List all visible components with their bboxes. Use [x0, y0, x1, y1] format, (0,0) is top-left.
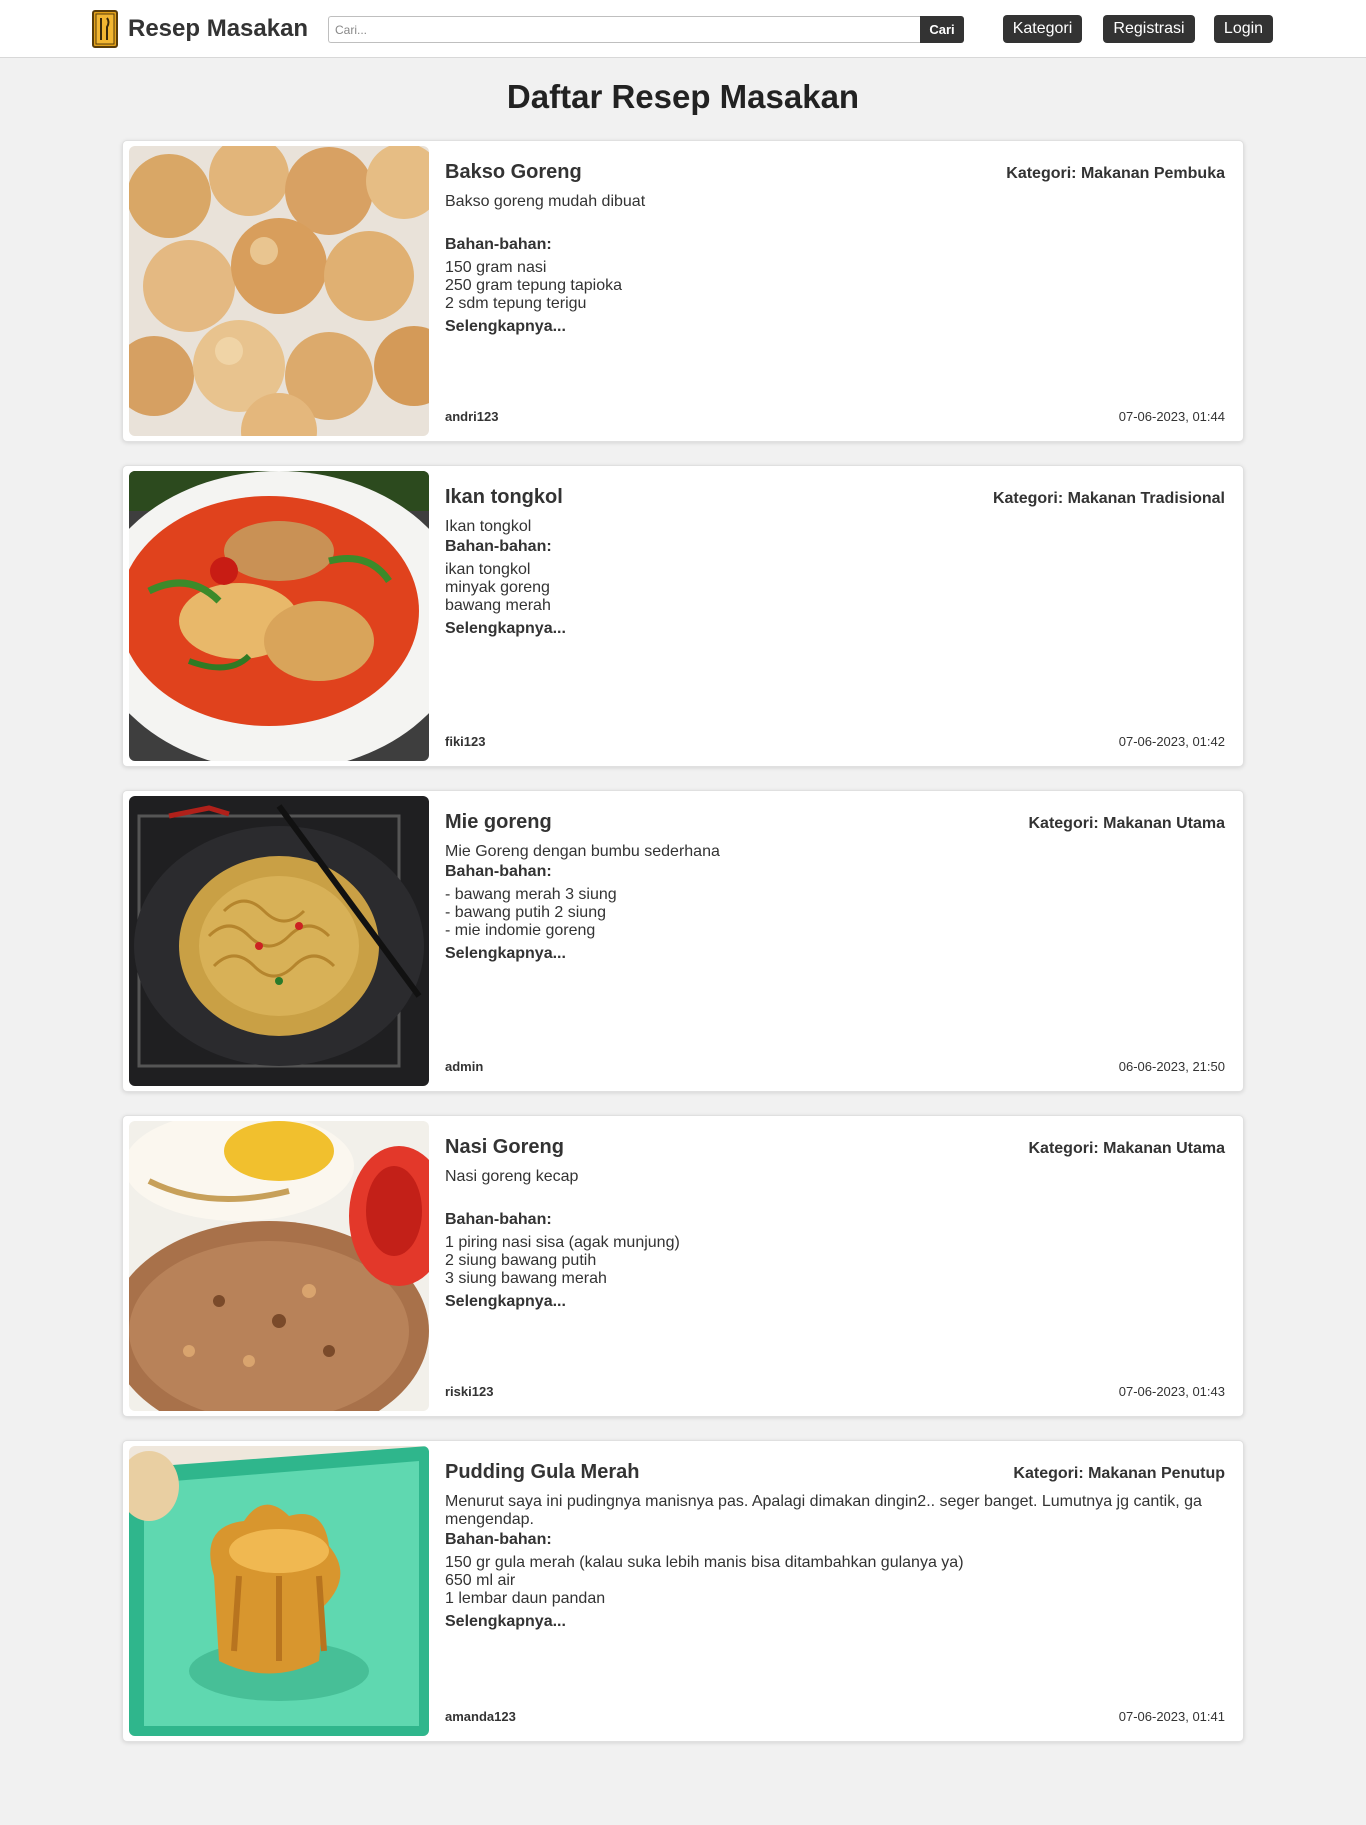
- recipe-image[interactable]: [129, 146, 429, 436]
- recipe-image[interactable]: [129, 1446, 429, 1736]
- search-button[interactable]: Cari: [920, 16, 964, 43]
- palm-sugar-pudding-photo-icon: [129, 1446, 429, 1736]
- recipe-title[interactable]: Mie goreng: [445, 811, 552, 834]
- fish-curry-photo-icon: [129, 471, 429, 761]
- nav-registrasi-button[interactable]: Registrasi: [1103, 15, 1195, 43]
- recipe-author: admin: [445, 1059, 484, 1074]
- ingredient-item: - bawang putih 2 siung: [445, 904, 606, 921]
- ingredient-item: 150 gram nasi: [445, 259, 547, 276]
- recipe-image[interactable]: [129, 471, 429, 761]
- recipe-spacer: [445, 1188, 1225, 1210]
- ingredient-item: ikan tongkol: [445, 561, 531, 578]
- recipe-date: 07-06-2023, 01:43: [1118, 1384, 1225, 1399]
- recipe-card[interactable]: Ikan tongkol Kategori: Makanan Tradision…: [122, 465, 1244, 767]
- recipe-description: Mie Goreng dengan bumbu sederhana: [445, 843, 720, 860]
- search-form: Cari: [328, 16, 964, 43]
- recipe-description: Nasi goreng kecap: [445, 1168, 579, 1185]
- recipe-author: amanda123: [445, 1709, 516, 1724]
- recipe-card[interactable]: Pudding Gula Merah Kategori: Makanan Pen…: [122, 1440, 1244, 1742]
- recipe-card[interactable]: Nasi Goreng Kategori: Makanan Utama Nasi…: [122, 1115, 1244, 1417]
- recipe-title[interactable]: Ikan tongkol: [445, 486, 563, 509]
- read-more-link[interactable]: Selengkapnya...: [445, 1293, 1225, 1311]
- fried-rice-photo-icon: [129, 1121, 429, 1411]
- top-navbar: Resep Masakan Cari Kategori Registrasi L…: [0, 0, 1366, 58]
- recipe-title[interactable]: Pudding Gula Merah: [445, 1461, 639, 1484]
- ingredient-item: 3 siung bawang merah: [445, 1270, 607, 1287]
- ingredient-item: minyak goreng: [445, 579, 550, 596]
- recipe-image[interactable]: [129, 1121, 429, 1411]
- read-more-link[interactable]: Selengkapnya...: [445, 620, 1225, 638]
- fried-noodles-photo-icon: [129, 796, 429, 1086]
- search-input[interactable]: [328, 16, 920, 43]
- read-more-link[interactable]: Selengkapnya...: [445, 1613, 1225, 1631]
- recipe-category: Kategori: Makanan Utama: [1028, 815, 1226, 832]
- recipe-date: 06-06-2023, 21:50: [1118, 1059, 1225, 1074]
- recipe-date: 07-06-2023, 01:41: [1118, 1709, 1225, 1724]
- recipe-category: Kategori: Makanan Utama: [1028, 1140, 1226, 1157]
- recipe-category: Kategori: Makanan Tradisional: [992, 490, 1225, 507]
- recipe-author: riski123: [445, 1384, 494, 1399]
- recipe-title[interactable]: Nasi Goreng: [445, 1136, 564, 1159]
- nav-login-button[interactable]: Login: [1214, 15, 1273, 43]
- recipe-info: Ikan tongkol Kategori: Makanan Tradision…: [445, 466, 1225, 766]
- ingredient-item: 1 lembar daun pandan: [445, 1590, 606, 1607]
- recipe-body: Menurut saya ini pudingnya manisnya pas.…: [445, 1493, 1225, 1631]
- recipe-spacer: [445, 213, 1225, 235]
- read-more-link[interactable]: Selengkapnya...: [445, 945, 1225, 963]
- recipe-category: Kategori: Makanan Penutup: [1013, 1465, 1225, 1482]
- ingredients-label: Bahan-bahan:: [445, 1211, 552, 1228]
- recipe-card[interactable]: Bakso Goreng Kategori: Makanan Pembuka B…: [122, 140, 1244, 442]
- ingredients-label: Bahan-bahan:: [445, 538, 552, 555]
- recipe-body: Mie Goreng dengan bumbu sederhana Bahan-…: [445, 843, 1225, 963]
- recipe-title[interactable]: Bakso Goreng: [445, 161, 582, 184]
- fried-meatballs-photo-icon: [129, 146, 429, 436]
- recipe-card[interactable]: Mie goreng Kategori: Makanan Utama Mie G…: [122, 790, 1244, 1092]
- brand-title: Resep Masakan: [128, 15, 309, 42]
- ingredient-item: bawang merah: [445, 597, 551, 614]
- recipe-body: Nasi goreng kecap Bahan-bahan: 1 piring …: [445, 1168, 1225, 1311]
- ingredient-item: - mie indomie goreng: [445, 922, 596, 939]
- recipe-image[interactable]: [129, 796, 429, 1086]
- ingredient-item: 1 piring nasi sisa (agak munjung): [445, 1234, 680, 1251]
- recipe-description: Menurut saya ini pudingnya manisnya pas.…: [445, 1493, 1202, 1528]
- page-title: Daftar Resep Masakan: [506, 78, 860, 115]
- recipe-date: 07-06-2023, 01:42: [1118, 734, 1225, 749]
- recipe-info: Mie goreng Kategori: Makanan Utama Mie G…: [445, 791, 1225, 1091]
- recipe-date: 07-06-2023, 01:44: [1118, 409, 1225, 424]
- recipe-description: Bakso goreng mudah dibuat: [445, 193, 646, 210]
- recipe-description: Ikan tongkol: [445, 518, 532, 535]
- recipe-body: Bakso goreng mudah dibuat Bahan-bahan: 1…: [445, 193, 1225, 336]
- ingredient-item: 2 sdm tepung terigu: [445, 295, 587, 312]
- ingredients-label: Bahan-bahan:: [445, 863, 552, 880]
- ingredient-item: 150 gr gula merah (kalau suka lebih mani…: [445, 1554, 964, 1571]
- read-more-link[interactable]: Selengkapnya...: [445, 318, 1225, 336]
- ingredients-label: Bahan-bahan:: [445, 236, 552, 253]
- ingredient-item: 2 siung bawang putih: [445, 1252, 597, 1269]
- recipe-body: Ikan tongkol Bahan-bahan: ikan tongkol m…: [445, 518, 1225, 638]
- brand[interactable]: Resep Masakan: [92, 10, 308, 48]
- recipe-info: Pudding Gula Merah Kategori: Makanan Pen…: [445, 1441, 1225, 1741]
- cookbook-logo-icon: [92, 10, 118, 48]
- ingredient-item: 650 ml air: [445, 1572, 516, 1589]
- recipe-author: fiki123: [445, 734, 486, 749]
- nav-kategori-button[interactable]: Kategori: [1003, 15, 1082, 43]
- recipe-author: andri123: [445, 409, 499, 424]
- recipe-category: Kategori: Makanan Pembuka: [1006, 165, 1225, 182]
- ingredient-item: 250 gram tepung tapioka: [445, 277, 623, 294]
- ingredients-label: Bahan-bahan:: [445, 1531, 552, 1548]
- recipe-info: Nasi Goreng Kategori: Makanan Utama Nasi…: [445, 1116, 1225, 1416]
- recipe-info: Bakso Goreng Kategori: Makanan Pembuka B…: [445, 141, 1225, 441]
- ingredient-item: - bawang merah 3 siung: [445, 886, 617, 903]
